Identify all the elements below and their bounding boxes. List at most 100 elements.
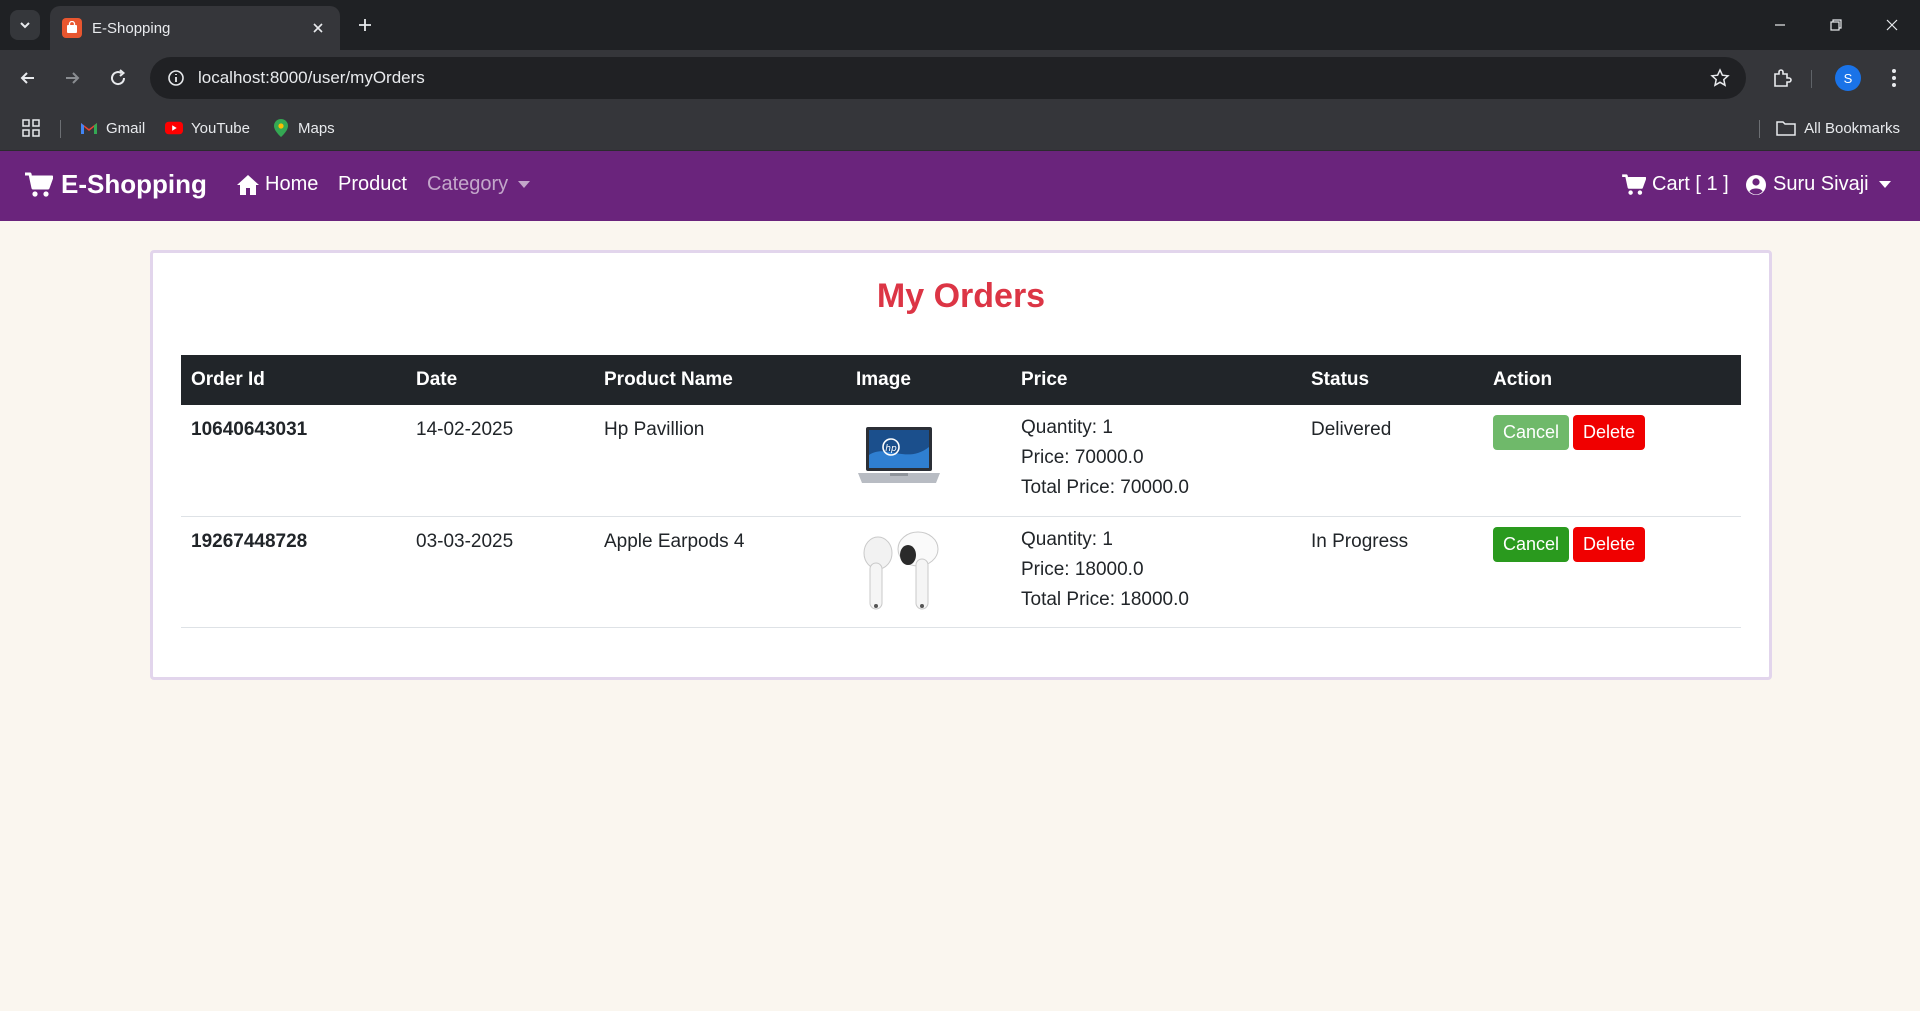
gmail-icon — [80, 119, 98, 137]
minimize-button[interactable] — [1752, 0, 1808, 50]
nav-product[interactable]: Product — [338, 173, 407, 196]
close-window-button[interactable] — [1864, 0, 1920, 50]
col-price: Price — [1021, 369, 1068, 390]
nav-category-label: Category — [427, 173, 509, 195]
nav-category-dropdown[interactable]: Category — [427, 173, 531, 196]
delete-button[interactable]: Delete — [1573, 526, 1646, 562]
order-id: 19267448728 — [191, 530, 308, 552]
product-name: Hp Pavillion — [604, 419, 705, 440]
profile-avatar: S — [1835, 65, 1861, 91]
apps-grid-icon[interactable] — [20, 117, 42, 139]
col-status: Status — [1311, 369, 1370, 390]
col-order-id: Order Id — [191, 369, 265, 390]
close-tab-icon[interactable] — [308, 18, 328, 38]
cancel-button: Cancel — [1493, 415, 1570, 450]
cancel-button[interactable]: Cancel — [1493, 526, 1570, 562]
maps-icon — [272, 119, 290, 137]
folder-icon — [1776, 121, 1796, 136]
url-text[interactable]: localhost:8000/user/myOrders — [198, 68, 1708, 88]
bookmark-youtube[interactable]: YouTube — [165, 116, 250, 140]
brand-link[interactable]: E-Shopping — [25, 169, 207, 200]
bookmark-gmail[interactable]: Gmail — [80, 116, 145, 140]
order-date: 03-03-2025 — [416, 530, 514, 552]
restore-icon — [1830, 19, 1842, 31]
bookmark-label: YouTube — [191, 119, 250, 137]
quantity-text: Quantity: 1 — [1021, 528, 1113, 550]
tab-title: E-Shopping — [92, 19, 171, 37]
browser-menu-button[interactable] — [1878, 62, 1910, 94]
action-cell: Cancel Delete — [1483, 516, 1741, 627]
tab-search-button[interactable] — [10, 10, 40, 40]
nav-home-label: Home — [265, 173, 319, 195]
table-row: 19267448728 03-03-2025 Apple Earpods 4 Q… — [181, 516, 1741, 627]
orders-card: My Orders Order Id Date Product Name Ima… — [150, 250, 1772, 680]
col-product-name: Product Name — [604, 369, 733, 390]
bookmark-star-icon[interactable] — [1708, 66, 1732, 90]
profile-button[interactable]: S — [1832, 62, 1864, 94]
forward-button[interactable] — [58, 64, 86, 92]
order-status: In Progress — [1311, 530, 1409, 552]
reload-button[interactable] — [104, 64, 132, 92]
nav-user-label: Suru Sivaji — [1773, 173, 1869, 195]
reload-icon — [111, 69, 126, 86]
site-info-icon[interactable] — [164, 66, 188, 90]
browser-toolbar: localhost:8000/user/myOrders S — [0, 50, 1920, 106]
product-name: Apple Earpods 4 — [604, 530, 745, 552]
puzzle-icon — [1774, 69, 1792, 87]
bookmarks-bar: Gmail YouTube Maps All Bookmarks — [0, 106, 1920, 151]
total-price-text: Total Price: 70000.0 — [1021, 477, 1189, 498]
svg-text:hp: hp — [885, 444, 897, 454]
action-cell: Cancel Delete — [1483, 405, 1741, 516]
price-details: Quantity: 1 Price: 70000.0 Total Price: … — [1011, 405, 1301, 516]
bookmarks-divider — [60, 120, 61, 138]
order-status: Delivered — [1311, 419, 1392, 440]
new-tab-button[interactable] — [352, 12, 378, 38]
arrow-right-icon — [66, 72, 80, 84]
order-id: 10640643031 — [191, 419, 308, 440]
back-button[interactable] — [14, 64, 42, 92]
caret-down-icon — [518, 181, 531, 188]
product-image-cell — [846, 516, 1011, 627]
price-details: Quantity: 1 Price: 18000.0 Total Price: … — [1011, 516, 1301, 627]
youtube-icon — [165, 119, 183, 137]
app-navbar: E-Shopping Home Product Category Cart [ … — [0, 151, 1920, 221]
nav-user-dropdown[interactable]: Suru Sivaji — [1745, 173, 1891, 196]
all-bookmarks-button[interactable]: All Bookmarks — [1776, 116, 1900, 140]
bookmark-maps[interactable]: Maps — [272, 116, 335, 140]
arrow-left-icon — [20, 72, 34, 84]
shop-favicon-icon — [62, 18, 82, 38]
nav-home[interactable]: Home — [236, 173, 318, 196]
window-controls — [1752, 0, 1920, 50]
orders-table: Order Id Date Product Name Image Price S… — [181, 355, 1741, 628]
col-image: Image — [856, 369, 911, 390]
delete-button[interactable]: Delete — [1573, 415, 1646, 450]
bookmarks-divider — [1759, 120, 1760, 138]
more-vertical-icon — [1892, 69, 1896, 87]
shopping-cart-icon — [25, 172, 53, 197]
cart-icon — [1622, 173, 1646, 195]
earbuds-image — [856, 531, 942, 617]
bookmark-label: Gmail — [106, 119, 146, 137]
extensions-button[interactable] — [1766, 62, 1798, 94]
orders-table-header: Order Id Date Product Name Image Price S… — [181, 355, 1741, 405]
order-date: 14-02-2025 — [416, 419, 514, 440]
plus-icon — [359, 19, 371, 31]
address-bar[interactable]: localhost:8000/user/myOrders — [150, 57, 1746, 99]
table-row: 10640643031 14-02-2025 Hp Pavillion hp Q… — [181, 405, 1741, 516]
caret-down-icon — [1878, 181, 1891, 188]
toolbar-divider — [1811, 70, 1812, 88]
home-icon — [237, 174, 259, 195]
browser-tab[interactable]: E-Shopping — [50, 6, 340, 50]
browser-tab-bar: E-Shopping — [0, 0, 1920, 50]
col-date: Date — [416, 369, 458, 390]
nav-cart[interactable]: Cart [ 1 ] — [1622, 173, 1729, 196]
close-icon — [1886, 19, 1898, 31]
restore-button[interactable] — [1808, 0, 1864, 50]
product-image-cell: hp — [846, 405, 1011, 516]
total-price-text: Total Price: 18000.0 — [1021, 588, 1189, 610]
nav-cart-label: Cart [ 1 ] — [1652, 173, 1729, 195]
laptop-image: hp — [856, 419, 942, 505]
col-action: Action — [1493, 369, 1553, 390]
bookmark-label: Maps — [298, 119, 335, 137]
brand-name: E-Shopping — [61, 169, 207, 199]
